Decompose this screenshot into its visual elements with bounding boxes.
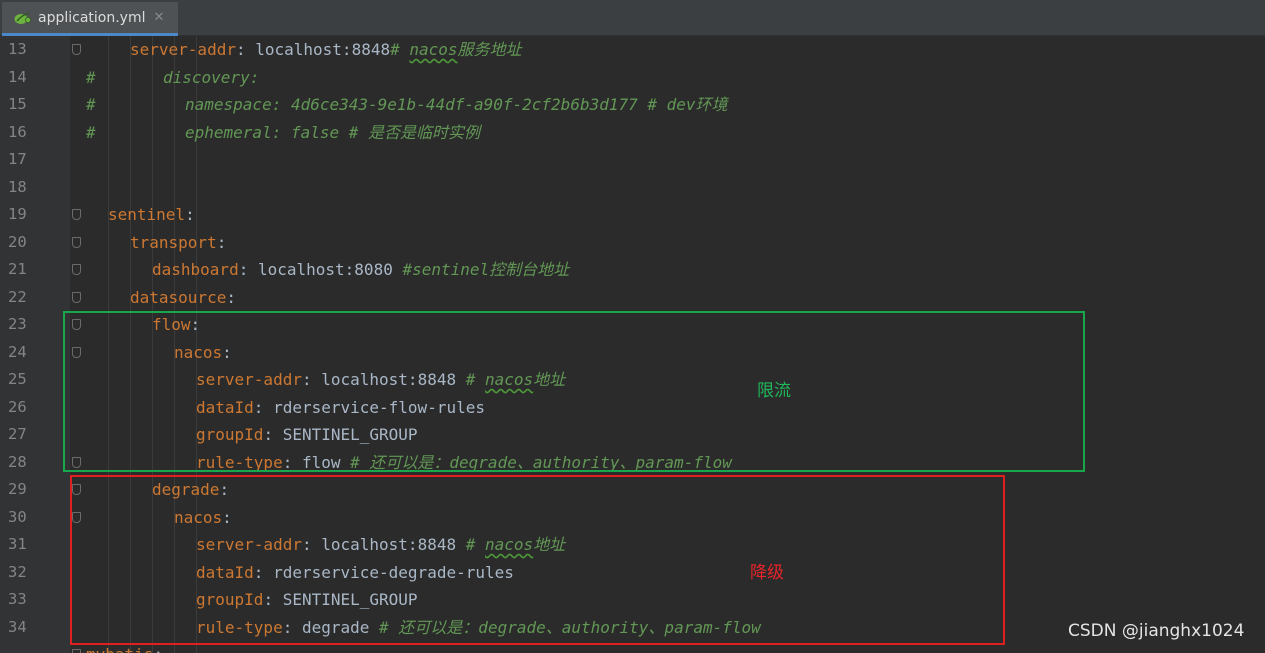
code-line[interactable]: 19 sentinel: (0, 201, 1265, 229)
yaml-separator: : (185, 205, 195, 224)
code-text: ephemeral: false # 是否是临时实例 (185, 119, 480, 147)
line-number: 13 (8, 40, 27, 58)
code-text: server-addr: localhost:8848# nacos服务地址 (130, 36, 522, 64)
flow-highlight-box (63, 311, 1085, 472)
watermark: CSDN @jianghx1024 (1068, 621, 1245, 641)
code-text: namespace: 4d6ce343-9e1b-44df-a90f-2cf2b… (185, 91, 728, 119)
line-number: 25 (8, 370, 27, 388)
code-line[interactable]: 20 transport: (0, 229, 1265, 257)
line-number: 23 (8, 315, 27, 333)
line-number: 33 (8, 590, 27, 608)
line-number: 31 (8, 535, 27, 553)
line-number: 30 (8, 507, 27, 526)
comment-hash: # (86, 95, 96, 114)
code-text: sentinel: (108, 201, 195, 229)
yaml-separator: : (235, 40, 256, 59)
line-number: 14 (8, 67, 27, 86)
line-number: 26 (8, 397, 27, 416)
fold-marker-icon[interactable] (72, 44, 81, 55)
yaml-value: localhost:8848 (255, 40, 391, 59)
comment-text: 服务地址 (457, 40, 522, 59)
yaml-key: sentinel (108, 205, 186, 224)
code-text: datasource: (130, 284, 236, 312)
code-line[interactable]: 22 datasource: (0, 284, 1265, 312)
fold-marker-icon[interactable] (72, 264, 81, 275)
close-icon[interactable]: ✕ (154, 10, 165, 25)
fold-marker-icon[interactable] (72, 291, 81, 303)
comment-text: nacos (409, 40, 458, 59)
line-number: 24 (8, 342, 27, 361)
yaml-key: transport (130, 232, 217, 252)
editor-tab-bar: application.yml ✕ (0, 0, 1265, 36)
fold-marker-icon[interactable] (72, 649, 81, 653)
fold-marker-icon[interactable] (72, 236, 81, 248)
comment-text: discovery: (163, 67, 260, 87)
code-line[interactable]: 15 # namespace: 4d6ce343-9e1b-44df-a90f-2c… (0, 91, 1265, 119)
code-text: transport: (130, 229, 226, 257)
line-number: 15 (8, 95, 27, 113)
comment-text: ephemeral: false # 是否是临时实例 (185, 122, 481, 142)
degrade-annotation: 降级 (750, 563, 784, 583)
tab-application-yml[interactable]: application.yml ✕ (2, 2, 178, 36)
line-number: 28 (8, 452, 27, 471)
degrade-highlight-box (70, 475, 1005, 645)
line-number: 27 (8, 425, 27, 443)
yaml-separator: : (226, 287, 236, 307)
line-number: 18 (8, 177, 27, 196)
code-line[interactable]: 13 server-addr: localhost:8848# nacos服务地址 (0, 36, 1265, 64)
line-number: 29 (8, 480, 27, 498)
line-number: 16 (8, 122, 27, 141)
line-number: 34 (8, 617, 27, 636)
code-text: dashboard: localhost:8080 #sentinel控制台地址 (152, 256, 569, 284)
line-number: 32 (8, 562, 27, 581)
comment-text: namespace: 4d6ce343-9e1b-44df-a90f-2cf2b… (185, 95, 728, 114)
comment-text: # (390, 40, 410, 59)
code-line[interactable]: 16 # ephemeral: false # 是否是临时实例 (0, 119, 1265, 147)
yaml-key: datasource (130, 287, 227, 307)
line-number: 22 (8, 287, 27, 306)
flow-annotation: 限流 (757, 381, 791, 401)
code-line[interactable]: 17 (0, 146, 1265, 174)
yaml-key: dashboard (152, 260, 239, 279)
spring-leaf-icon (14, 11, 31, 24)
line-number: 17 (8, 150, 27, 168)
tab-label: application.yml (38, 9, 146, 26)
code-line[interactable]: 21 dashboard: localhost:8080 #sentinel控制台… (0, 256, 1265, 284)
code-text: discovery: (163, 64, 259, 92)
yaml-key: server-addr (130, 40, 236, 59)
line-number: 20 (8, 232, 27, 251)
yaml-separator: : (238, 260, 258, 279)
fold-marker-icon[interactable] (72, 209, 81, 220)
comment-hash: # (86, 122, 96, 142)
yaml-separator: : (216, 232, 227, 252)
code-line[interactable]: 14 # discovery: (0, 64, 1265, 92)
comment-hash: # (86, 67, 96, 87)
yaml-value: localhost:8080 (257, 260, 393, 279)
yaml-separator: : (153, 645, 163, 653)
comment-text: #sentinel控制台地址 (392, 260, 570, 279)
line-number: 21 (8, 260, 27, 278)
yaml-key: mybatis (86, 645, 153, 653)
code-line[interactable]: 18 (0, 174, 1265, 202)
line-number: 19 (8, 205, 27, 223)
